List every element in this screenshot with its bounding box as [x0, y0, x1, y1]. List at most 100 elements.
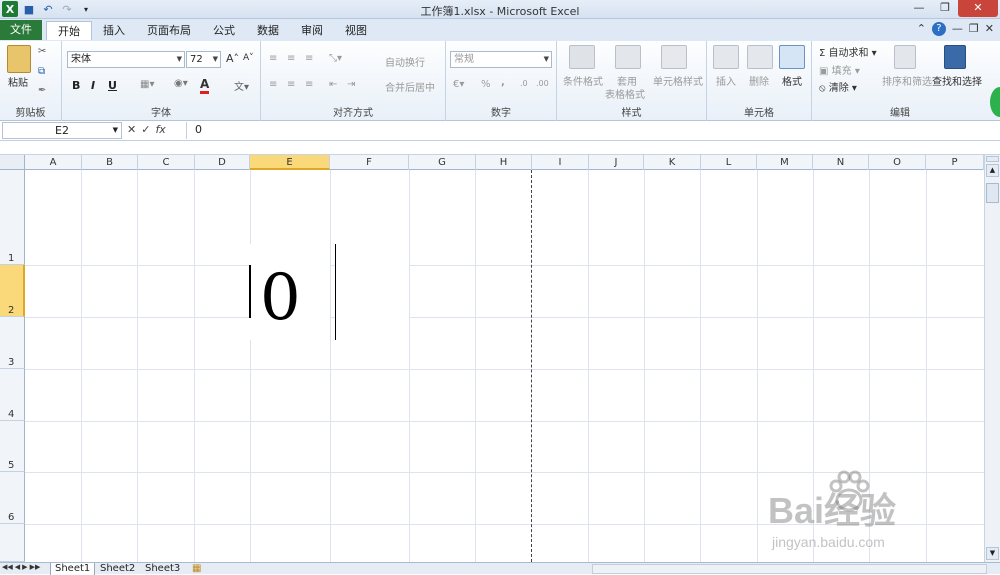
column-header-L[interactable]: L [701, 155, 757, 170]
font-color-icon[interactable]: A [200, 77, 210, 94]
find-select-icon[interactable] [944, 45, 966, 69]
row-header-7[interactable] [0, 524, 25, 562]
next-sheet-icon[interactable]: ▶ [22, 563, 27, 571]
doc-restore-icon[interactable]: ❐ [969, 22, 979, 36]
italic-button[interactable]: I [91, 79, 95, 92]
column-header-E[interactable]: E [250, 155, 330, 170]
row-header-3[interactable]: 3 [0, 317, 25, 369]
tab-home[interactable]: 开始 [46, 21, 92, 40]
tab-file[interactable]: 文件 [0, 20, 42, 40]
cut-icon[interactable]: ✂ [38, 46, 46, 57]
format-cells-button[interactable]: 格式 [782, 73, 802, 88]
column-header-D[interactable]: D [195, 155, 250, 170]
format-painter-icon[interactable]: ✒ [38, 85, 46, 96]
increase-font-icon[interactable]: A˄ [226, 52, 239, 65]
comma-button[interactable]: , [501, 77, 505, 88]
sheet-tab-2[interactable]: Sheet2 [96, 563, 139, 575]
column-header-I[interactable]: I [532, 155, 589, 170]
conditional-format-icon[interactable] [569, 45, 595, 69]
column-header-M[interactable]: M [757, 155, 813, 170]
tab-insert[interactable]: 插入 [92, 21, 136, 40]
phonetic-icon[interactable]: 文▾ [234, 78, 249, 93]
insert-cells-icon[interactable] [713, 45, 739, 69]
align-middle-icon[interactable]: ≡ [287, 53, 295, 64]
column-header-K[interactable]: K [644, 155, 701, 170]
column-header-J[interactable]: J [589, 155, 644, 170]
restore-button[interactable]: ❐ [932, 0, 958, 17]
cell-styles-button[interactable]: 单元格样式 [653, 73, 703, 88]
column-header-P[interactable]: P [926, 155, 984, 170]
currency-icon[interactable]: €▾ [453, 79, 464, 90]
tab-data[interactable]: 数据 [246, 21, 290, 40]
vertical-scrollbar[interactable]: ▲ ▼ [984, 155, 1000, 563]
number-format-select[interactable]: 常规 ▼ [450, 51, 552, 68]
column-header-O[interactable]: O [869, 155, 926, 170]
autosum-button[interactable]: Σ 自动求和 ▾ [819, 44, 877, 59]
confirm-edit-icon[interactable]: ✓ [141, 123, 150, 136]
decrease-indent-icon[interactable]: ⇤ [329, 79, 337, 90]
name-box[interactable]: E2 ▼ [2, 122, 122, 139]
orientation-icon[interactable]: ⤡▾ [329, 53, 342, 64]
align-left-icon[interactable]: ≡ [269, 79, 277, 90]
font-size-select[interactable]: 72 ▼ [186, 51, 221, 68]
column-header-A[interactable]: A [25, 155, 82, 170]
prev-sheet-icon[interactable]: ◀ [15, 563, 20, 571]
clear-button[interactable]: ⦸ 清除 ▾ [819, 79, 857, 94]
borders-icon[interactable]: ▦▾ [140, 79, 154, 90]
column-header-N[interactable]: N [813, 155, 869, 170]
sort-filter-button[interactable]: 排序和筛选 [882, 73, 932, 88]
row-header-6[interactable]: 6 [0, 472, 25, 524]
first-sheet-icon[interactable]: ◀◀ [2, 563, 13, 571]
percent-button[interactable]: % [481, 79, 491, 90]
delete-cells-icon[interactable] [747, 45, 773, 69]
last-sheet-icon[interactable]: ▶▶ [30, 563, 41, 571]
paste-button[interactable]: 粘贴 [8, 74, 28, 89]
increase-indent-icon[interactable]: ⇥ [347, 79, 355, 90]
insert-cells-button[interactable]: 插入 [716, 73, 736, 88]
close-button[interactable]: ✕ [958, 0, 998, 17]
fill-button[interactable]: ▣ 填充 ▾ [819, 62, 860, 77]
tab-formulas[interactable]: 公式 [202, 21, 246, 40]
scroll-down-button[interactable]: ▼ [986, 547, 999, 560]
insert-function-icon[interactable]: fx [155, 123, 165, 136]
tab-view[interactable]: 视图 [334, 21, 378, 40]
column-header-F[interactable]: F [330, 155, 409, 170]
font-name-select[interactable]: 宋体 ▼ [67, 51, 185, 68]
paste-icon[interactable] [7, 45, 31, 73]
insert-sheet-icon[interactable]: ▦ [188, 563, 205, 575]
align-right-icon[interactable]: ≡ [305, 79, 313, 90]
select-all-corner[interactable] [0, 155, 25, 170]
tab-page-layout[interactable]: 页面布局 [136, 21, 202, 40]
find-select-button[interactable]: 查找和选择 [932, 73, 982, 88]
cell-styles-icon[interactable] [661, 45, 687, 69]
scroll-thumb[interactable] [986, 183, 999, 203]
doc-minimize-icon[interactable]: — [952, 22, 963, 36]
align-center-icon[interactable]: ≡ [287, 79, 295, 90]
split-handle-icon[interactable] [986, 156, 999, 162]
bold-button[interactable]: B [72, 79, 80, 92]
fill-color-icon[interactable]: ◉▾ [174, 78, 188, 89]
cancel-edit-icon[interactable]: ✕ [127, 123, 136, 136]
merge-center-button[interactable]: 合并后居中 [371, 79, 435, 94]
wrap-text-button[interactable]: 自动换行 [371, 54, 425, 69]
column-header-C[interactable]: C [138, 155, 195, 170]
conditional-format-button[interactable]: 条件格式 [563, 73, 603, 88]
formula-input[interactable]: 0 [186, 122, 986, 139]
sheet-tab-1[interactable]: Sheet1 [50, 563, 96, 575]
underline-button[interactable]: U [108, 79, 117, 92]
minimize-button[interactable]: — [906, 0, 932, 17]
copy-icon[interactable]: ⧉ [38, 66, 45, 77]
delete-cells-button[interactable]: 删除 [749, 73, 769, 88]
sheet-tab-3[interactable]: Sheet3 [141, 563, 184, 575]
sort-filter-icon[interactable] [894, 45, 916, 69]
format-as-table-icon[interactable] [615, 45, 641, 69]
tab-review[interactable]: 审阅 [290, 21, 334, 40]
doc-close-icon[interactable]: ✕ [985, 22, 994, 36]
format-cells-icon[interactable] [779, 45, 805, 69]
row-header-1[interactable]: 1 [0, 170, 25, 265]
column-header-B[interactable]: B [82, 155, 138, 170]
column-header-G[interactable]: G [409, 155, 476, 170]
horizontal-scrollbar[interactable] [592, 564, 987, 574]
scroll-up-button[interactable]: ▲ [986, 164, 999, 177]
help-icon[interactable]: ? [931, 22, 946, 36]
